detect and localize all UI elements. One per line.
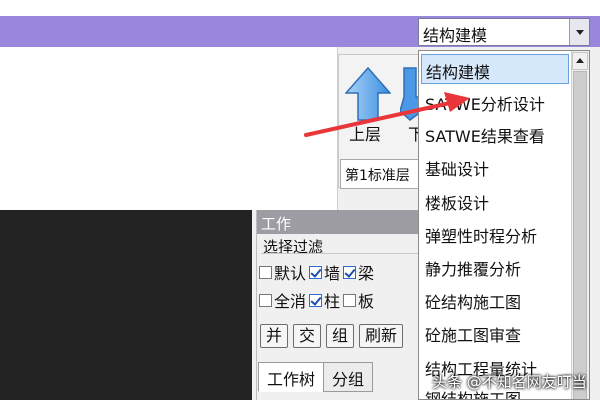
chevron-down-icon[interactable] — [569, 19, 589, 45]
dropdown-item[interactable]: 楼板设计 — [421, 186, 569, 216]
checkbox-label: 全消 — [274, 292, 307, 311]
checkbox-label: 默认 — [274, 264, 307, 283]
checkbox-column[interactable] — [309, 293, 323, 307]
window-top-strip — [0, 0, 600, 16]
checkbox-label: 柱 — [324, 292, 341, 311]
checkbox-label: 板 — [358, 292, 375, 311]
dropdown-item[interactable]: 砼结构施工图 — [421, 285, 569, 315]
model-viewport[interactable] — [0, 210, 252, 400]
checkbox-default[interactable] — [259, 265, 272, 279]
checkbox-wall[interactable] — [309, 265, 323, 279]
filter-row-2: 全消 柱 板 — [259, 289, 377, 311]
filter-group-divider — [261, 253, 419, 254]
work-tabs: 工作树 分组 — [258, 362, 374, 392]
floor-up-label[interactable]: 上层 — [349, 121, 381, 145]
watermark-text: 头条 @不知名网友叮当 — [432, 373, 587, 391]
tab-work-tree[interactable]: 工作树 — [258, 362, 325, 392]
selection-button-row: 并 交 组 刷新 — [260, 324, 404, 348]
dropdown-item[interactable]: SATWE结果查看 — [421, 119, 569, 149]
checkbox-slab[interactable] — [343, 293, 357, 307]
union-button[interactable]: 并 — [260, 324, 289, 348]
dropdown-item[interactable]: 结构建模 — [421, 54, 569, 84]
module-select-value: 结构建模 — [423, 26, 488, 45]
module-dropdown-list: 结构建模 SATWE分析设计 SATWE结果查看 基础设计 楼板设计 弹塑性时程… — [418, 50, 590, 400]
scrollbar-thumb[interactable] — [573, 71, 587, 399]
tab-groups[interactable]: 分组 — [323, 362, 374, 392]
dropdown-item[interactable]: 基础设计 — [421, 152, 569, 182]
group-button[interactable]: 组 — [326, 324, 355, 348]
checkbox-beam[interactable] — [343, 265, 357, 279]
filter-row-1: 默认 墙 梁 — [259, 261, 377, 283]
dropdown-item[interactable]: 静力推覆分析 — [421, 252, 569, 282]
ribbon-panel-area — [0, 47, 338, 210]
checkbox-label: 墙 — [324, 264, 341, 283]
work-panel-title: 工作 — [257, 210, 419, 234]
floor-up-arrow-icon[interactable] — [345, 67, 391, 121]
intersect-button[interactable]: 交 — [293, 324, 322, 348]
dropdown-item[interactable]: 砼施工图审查 — [421, 318, 569, 348]
checkbox-label: 梁 — [358, 264, 375, 283]
checkbox-clear-all[interactable] — [259, 293, 272, 307]
scroll-up-arrow-icon[interactable] — [572, 52, 588, 70]
dropdown-item[interactable]: 弹塑性时程分析 — [421, 219, 569, 249]
dropdown-item[interactable]: SATWE分析设计 — [421, 87, 569, 117]
module-select[interactable]: 结构建模 — [418, 18, 590, 46]
dropdown-scrollbar[interactable] — [571, 51, 589, 399]
floor-select[interactable]: 第1标准层 — [340, 159, 420, 189]
refresh-button[interactable]: 刷新 — [359, 324, 404, 348]
